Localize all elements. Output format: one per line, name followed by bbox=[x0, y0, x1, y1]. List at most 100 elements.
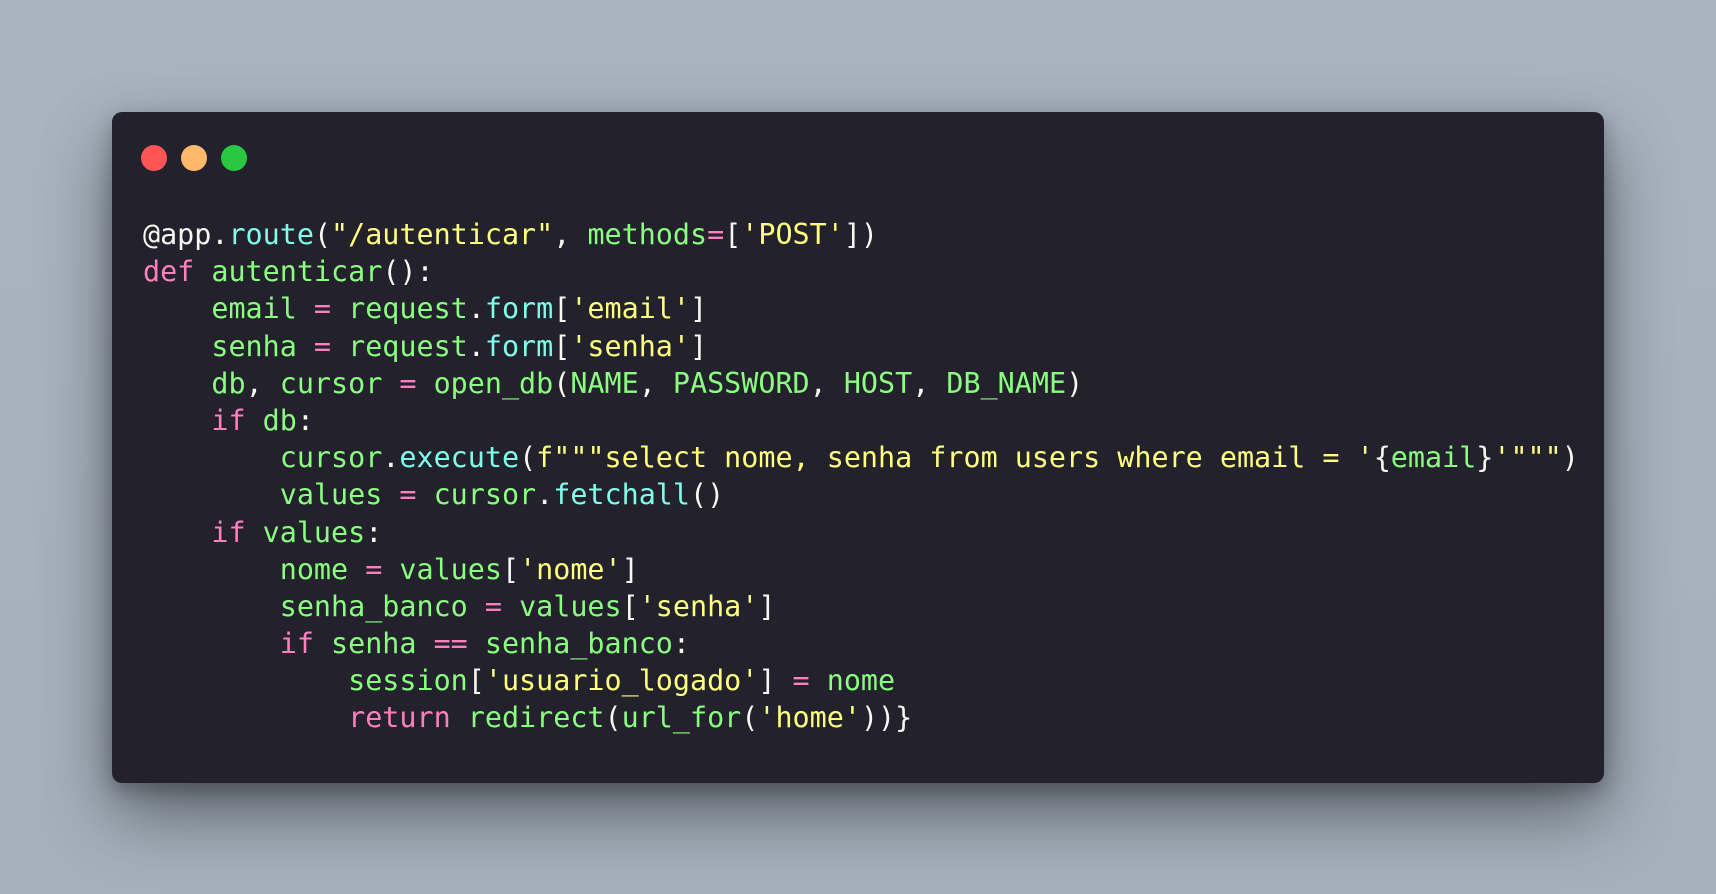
code-line: if values: bbox=[143, 514, 1579, 551]
code-token: route bbox=[228, 218, 314, 251]
code-token: session bbox=[348, 664, 468, 698]
code-line: @app.route("/autenticar", methods=['POST… bbox=[143, 216, 1579, 253]
code-token: ( bbox=[553, 366, 571, 400]
code-token: . bbox=[536, 478, 554, 512]
code-block: @app.route("/autenticar", methods=['POST… bbox=[143, 216, 1579, 737]
code-token: 'senha' bbox=[570, 329, 690, 363]
code-token: senha_banco bbox=[279, 589, 468, 623]
code-token: [ bbox=[553, 329, 571, 363]
code-token: : bbox=[365, 515, 383, 549]
code-token: [ bbox=[501, 552, 520, 586]
code-token: if bbox=[279, 627, 332, 661]
code-token: { bbox=[1373, 441, 1391, 475]
code-token: = bbox=[382, 478, 434, 512]
code-token: '""" bbox=[1493, 441, 1562, 475]
code-token: senha_banco bbox=[484, 627, 673, 661]
code-token: request bbox=[348, 292, 468, 326]
code-token: open_db bbox=[433, 366, 554, 400]
code-token: = bbox=[296, 292, 349, 326]
code-token: email bbox=[1390, 441, 1477, 475]
code-token: f"""select nome, senha from users where … bbox=[536, 441, 1374, 475]
code-token: , bbox=[912, 366, 947, 400]
code-line: nome = values['nome'] bbox=[143, 551, 1579, 588]
code-token: ) bbox=[1561, 441, 1579, 475]
code-line: senha_banco = values['senha'] bbox=[143, 588, 1579, 625]
code-token: DB_NAME bbox=[946, 366, 1067, 400]
code-token: = bbox=[348, 552, 400, 586]
code-token: cursor bbox=[279, 441, 383, 475]
code-token: [ bbox=[621, 589, 639, 623]
code-token: senha bbox=[211, 329, 297, 363]
code-token: values bbox=[279, 478, 383, 512]
code-token: [ bbox=[467, 664, 485, 698]
code-token: ] bbox=[758, 664, 776, 698]
code-token: . bbox=[467, 329, 485, 363]
code-token: , bbox=[638, 366, 673, 400]
maximize-window-button[interactable] bbox=[221, 145, 247, 171]
code-line: senha = request.form['senha'] bbox=[143, 328, 1579, 365]
code-token: : bbox=[672, 627, 690, 661]
code-token: 'senha' bbox=[638, 589, 759, 623]
code-token: PASSWORD bbox=[672, 366, 810, 400]
close-window-button[interactable] bbox=[141, 145, 167, 171]
code-token: autenticar bbox=[211, 255, 383, 289]
code-token: = bbox=[707, 218, 725, 251]
code-token: request bbox=[348, 329, 468, 363]
code-token: NAME bbox=[570, 366, 639, 400]
code-line: cursor.execute(f"""select nome, senha fr… bbox=[143, 439, 1579, 476]
code-token: 'POST' bbox=[741, 218, 844, 251]
code-token: = bbox=[382, 366, 434, 400]
code-token: [ bbox=[553, 292, 571, 326]
code-token: , bbox=[809, 366, 844, 400]
code-token: methods bbox=[587, 218, 708, 251]
code-token: ( bbox=[604, 701, 622, 735]
minimize-window-button[interactable] bbox=[181, 145, 207, 171]
code-line: if db: bbox=[143, 402, 1579, 439]
code-token: } bbox=[1476, 441, 1494, 475]
code-token: form bbox=[484, 329, 554, 363]
code-token: . bbox=[382, 441, 400, 475]
code-token: cursor bbox=[279, 366, 383, 400]
code-line: if senha == senha_banco: bbox=[143, 625, 1579, 662]
code-token: = bbox=[467, 589, 520, 623]
code-token: db bbox=[211, 366, 246, 400]
code-line: return redirect(url_for('home'))} bbox=[143, 699, 1579, 736]
code-token: values bbox=[399, 552, 502, 586]
code-token: [ bbox=[724, 218, 742, 251]
code-token: db bbox=[262, 403, 297, 437]
code-token: 'usuario_logado' bbox=[484, 664, 759, 698]
code-token: email bbox=[211, 292, 297, 326]
code-token: if bbox=[211, 515, 263, 549]
code-token: ))} bbox=[860, 701, 913, 735]
code-token: ( bbox=[313, 218, 332, 251]
code-token: execute bbox=[399, 441, 520, 475]
code-token: . bbox=[467, 292, 485, 326]
code-line: session['usuario_logado'] = nome bbox=[143, 662, 1579, 699]
code-token: if bbox=[211, 403, 263, 437]
code-token: nome bbox=[826, 664, 896, 698]
code-token: = bbox=[296, 329, 349, 363]
code-token: ) bbox=[1066, 366, 1084, 400]
code-token: cursor bbox=[433, 478, 537, 512]
code-token: values bbox=[262, 515, 366, 549]
code-token: ] bbox=[690, 292, 708, 326]
code-token: "/autenticar" bbox=[331, 218, 554, 251]
code-token: url_for bbox=[621, 701, 742, 735]
code-token: def bbox=[143, 255, 212, 289]
code-token: ]) bbox=[843, 218, 879, 251]
code-token: return bbox=[348, 701, 468, 735]
code-token: 'nome' bbox=[519, 552, 622, 586]
code-token: (): bbox=[382, 255, 434, 289]
code-line: values = cursor.fetchall() bbox=[143, 476, 1579, 513]
code-token: HOST bbox=[843, 366, 913, 400]
